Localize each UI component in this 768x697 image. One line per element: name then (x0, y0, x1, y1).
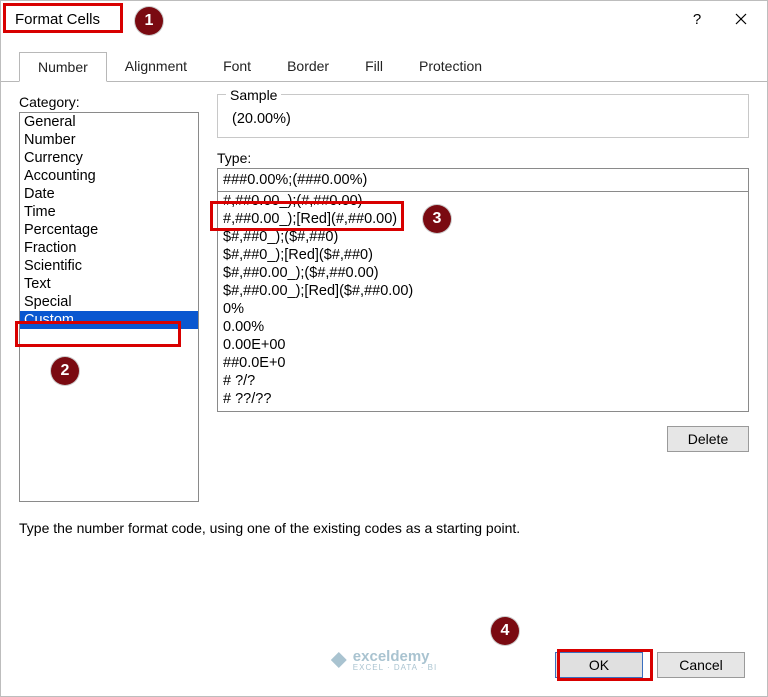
tab-border[interactable]: Border (269, 52, 347, 82)
tab-strip: Number Alignment Font Border Fill Protec… (1, 37, 767, 82)
list-item[interactable]: Date (20, 185, 198, 203)
list-item[interactable]: Fraction (20, 239, 198, 257)
list-item[interactable]: $#,##0.00_);[Red]($#,##0.00) (218, 282, 748, 300)
watermark: exceldemy EXCEL · DATA · BI (331, 648, 437, 672)
list-item[interactable]: Text (20, 275, 198, 293)
cancel-button[interactable]: Cancel (657, 652, 745, 678)
delete-button[interactable]: Delete (667, 426, 749, 452)
list-item[interactable]: Currency (20, 149, 198, 167)
list-item[interactable]: #,##0.00_);(#,##0.00) (218, 192, 748, 210)
list-item[interactable]: Percentage (20, 221, 198, 239)
type-input[interactable] (217, 168, 749, 192)
list-item[interactable]: Special (20, 293, 198, 311)
sample-group: Sample (20.00%) (217, 94, 749, 138)
tab-font[interactable]: Font (205, 52, 269, 82)
list-item[interactable]: # ??/?? (218, 390, 748, 408)
list-item[interactable]: # ?/? (218, 372, 748, 390)
list-item[interactable]: Time (20, 203, 198, 221)
titlebar: Format Cells ? (1, 1, 767, 37)
list-item[interactable]: $#,##0_);($#,##0) (218, 228, 748, 246)
category-listbox[interactable]: General Number Currency Accounting Date … (19, 112, 199, 502)
annotation-badge-4: 4 (491, 617, 519, 645)
list-item[interactable]: Scientific (20, 257, 198, 275)
close-icon (735, 13, 747, 25)
sample-label: Sample (226, 87, 281, 103)
sample-value: (20.00%) (226, 109, 740, 129)
tab-protection[interactable]: Protection (401, 52, 500, 82)
list-item-custom[interactable]: Custom (20, 311, 198, 329)
list-item[interactable]: $#,##0_);[Red]($#,##0) (218, 246, 748, 264)
list-item[interactable]: #,##0.00_);[Red](#,##0.00) (218, 210, 748, 228)
ok-button[interactable]: OK (555, 652, 643, 678)
watermark-icon (331, 652, 347, 668)
list-item[interactable]: Accounting (20, 167, 198, 185)
type-label: Type: (217, 150, 749, 166)
list-item[interactable]: Number (20, 131, 198, 149)
tab-alignment[interactable]: Alignment (107, 52, 205, 82)
hint-text: Type the number format code, using one o… (19, 502, 749, 536)
list-item[interactable]: 0.00E+00 (218, 336, 748, 354)
type-format-list[interactable]: #,##0.00_);(#,##0.00) #,##0.00_);[Red](#… (217, 192, 749, 412)
dialog-body: Category: General Number Currency Accoun… (1, 82, 767, 536)
dialog-footer: OK Cancel (555, 652, 745, 678)
close-button[interactable] (719, 3, 763, 35)
help-button[interactable]: ? (675, 3, 719, 35)
list-item[interactable]: 0% (218, 300, 748, 318)
tab-fill[interactable]: Fill (347, 52, 401, 82)
list-item[interactable]: General (20, 113, 198, 131)
tab-number[interactable]: Number (19, 52, 107, 82)
dialog-title: Format Cells (9, 9, 106, 30)
category-label: Category: (19, 94, 199, 110)
list-item[interactable]: 0.00% (218, 318, 748, 336)
format-cells-dialog: Format Cells ? Number Alignment Font Bor… (0, 0, 768, 697)
list-item[interactable]: $#,##0.00_);($#,##0.00) (218, 264, 748, 282)
list-item[interactable]: ##0.0E+0 (218, 354, 748, 372)
